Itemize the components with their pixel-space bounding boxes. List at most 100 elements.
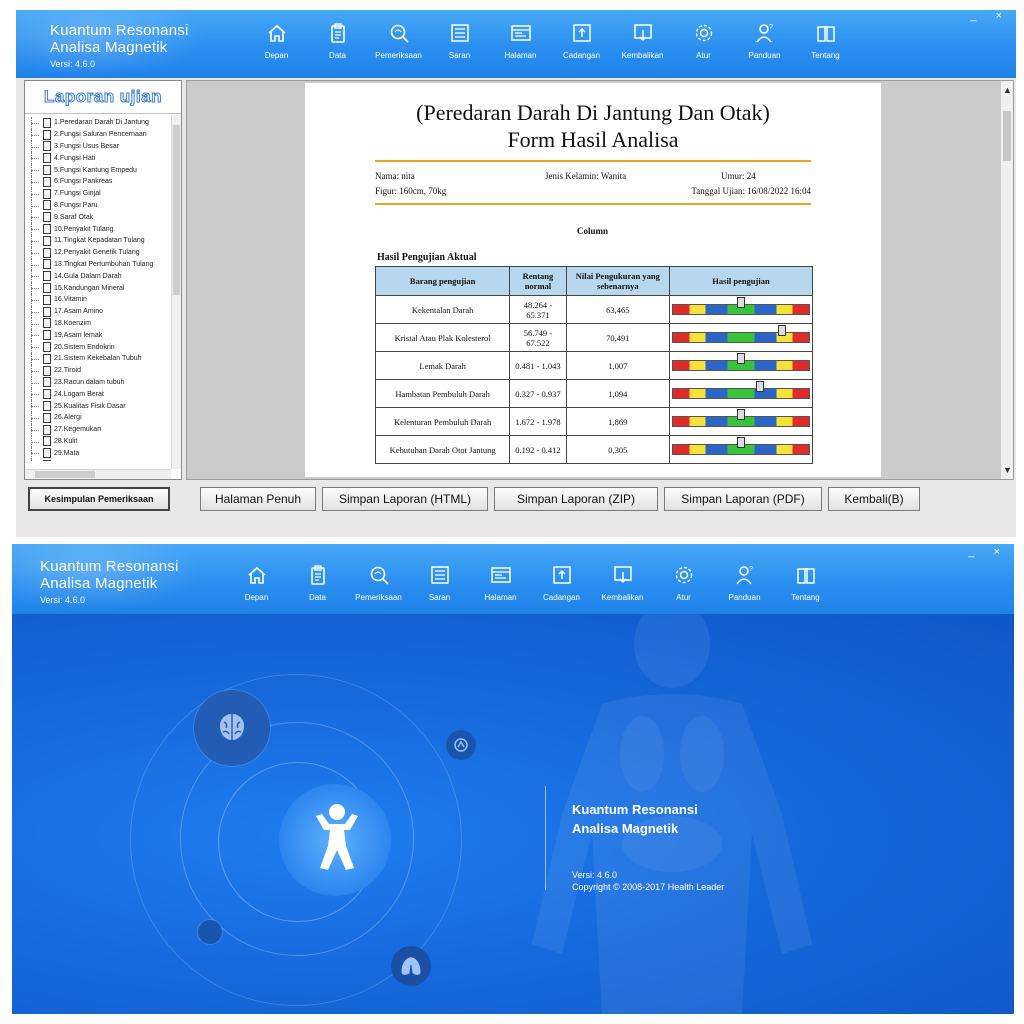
result-gauge	[672, 325, 810, 343]
report-tree-item[interactable]: 5.Fungsi Kantung Empedu	[29, 164, 169, 176]
cell-range: 56.749 - 67.522	[509, 323, 567, 352]
report-tree-item[interactable]: 10.Penyakit Tulang	[29, 223, 169, 235]
nav-label: Cadangan	[563, 51, 600, 60]
cell-item: Kebutuhan Darah Otot Jantung	[374, 435, 511, 464]
report-tree-item[interactable]: 28.Kulit	[29, 435, 169, 448]
main-nav-2: Depan Data Pemeriksaan Saran Halaman Cadangan…	[226, 564, 836, 620]
report-tree-item[interactable]: 27.Kegemukan	[29, 423, 169, 436]
nav-tentang[interactable]: Tentang	[795, 22, 856, 78]
nav-label: Tentang	[791, 593, 820, 602]
report-vscroll[interactable]: ▲ ▼	[1001, 81, 1013, 479]
report-tree-item-label: 19.Asam lemak	[54, 331, 103, 339]
nav-panduan[interactable]: ? Panduan	[734, 22, 795, 78]
result-marker	[756, 381, 765, 392]
report-tree-item[interactable]: 14.Gula Dalam Darah	[29, 270, 169, 282]
report-tree-item-label: 13.Tingkat Pertumbuhan Tulang	[54, 260, 154, 268]
nav-cadangan[interactable]: Cadangan	[551, 22, 612, 78]
save-pdf-button[interactable]: Simpan Laporan (PDF)	[664, 487, 822, 511]
report-tree-item-label: 26.Alergi	[54, 414, 82, 422]
nav-pemeriksaan-2[interactable]: Pemeriksaan	[348, 564, 409, 620]
report-tree-item[interactable]: 25.Kualitas Fisik Dasar	[29, 400, 169, 412]
nav-data-2[interactable]: Data	[287, 564, 348, 620]
table-row: Lemak Darah 0.481 - 1.043 1,007	[374, 351, 813, 380]
nav-data[interactable]: Data	[307, 22, 368, 78]
report-tree-item[interactable]: 22.Tiroid	[29, 364, 169, 377]
report-tree-item[interactable]: 21.Sistem Kekebalan Tubuh	[29, 352, 169, 365]
report-tree-item-label: 5.Fungsi Kantung Empedu	[54, 166, 137, 174]
nav-halaman[interactable]: Halaman	[490, 22, 551, 78]
result-marker	[737, 297, 745, 308]
restore-icon	[613, 566, 632, 584]
window-controls-2[interactable]: _ ×	[968, 546, 1008, 558]
cell-result	[669, 351, 813, 380]
report-tree-item[interactable]: 11.Tingkat Kepadatan Tulang	[29, 234, 169, 247]
document-icon	[43, 117, 51, 128]
report-tree-item[interactable]: 8.Fungsi Paru	[29, 199, 169, 212]
report-tree-item[interactable]: 12.Penyakit Genetik Tulang	[29, 246, 169, 259]
report-tree-item[interactable]: 17.Asam Amino	[29, 305, 169, 318]
report-tree-item[interactable]: 15.Kandungan Mineral	[29, 282, 169, 294]
report-tree-item[interactable]: 19.Asam lemak	[29, 329, 169, 341]
document-icon	[43, 448, 51, 459]
nav-saran-2[interactable]: Saran	[409, 564, 470, 620]
result-gauge	[672, 409, 810, 427]
report-tree-item[interactable]: 18.Koenzim	[29, 317, 169, 330]
report-list-title: Laporan ujian	[25, 81, 181, 114]
conclusion-button[interactable]: Kesimpulan Pemeriksaan	[28, 487, 170, 511]
scroll-up-icon[interactable]: ▲	[1003, 85, 1012, 95]
report-list-vscroll[interactable]	[171, 115, 181, 469]
full-page-button[interactable]: Halaman Penuh	[200, 487, 316, 511]
report-tree-item[interactable]: 23.Racun dalam tubuh	[29, 376, 169, 389]
report-tree-item[interactable]: 1.Peredaran Darah Di Jantung	[29, 117, 169, 129]
report-tree-item[interactable]: 13.Tingkat Pertumbuhan Tulang	[29, 258, 169, 271]
nav-kembalikan-2[interactable]: Kembalikan	[592, 564, 653, 620]
report-tree-item-label: 17.Asam Amino	[54, 308, 104, 316]
report-tree-item[interactable]: 2.Fungsi Saluran Pencernaan	[29, 128, 169, 141]
col-item: Barang pengujian	[374, 266, 511, 296]
search-icon	[390, 24, 409, 43]
report-tree-item[interactable]: 9.Saraf Otak	[29, 211, 169, 223]
report-tree-item-label: 9.Saraf Otak	[54, 213, 94, 221]
report-tree-item[interactable]: 6.Fungsi Pankreas	[29, 175, 169, 188]
splash-copyright: Copyright © 2008-2017 Health Leader	[572, 882, 725, 892]
scroll-down-icon[interactable]: ▼	[1003, 465, 1012, 475]
nav-atur-2[interactable]: Atur	[653, 564, 714, 620]
result-marker	[737, 409, 745, 420]
nav-cadangan-2[interactable]: Cadangan	[531, 564, 592, 620]
report-tree-item[interactable]: 24.Logam Berat	[29, 388, 169, 400]
cell-result	[669, 407, 813, 436]
report-tree-item[interactable]: 7.Fungsi Ginjal	[29, 187, 169, 200]
nav-label: Pemeriksaan	[375, 51, 422, 60]
save-html-button[interactable]: Simpan Laporan (HTML)	[322, 487, 488, 511]
nav-halaman-2[interactable]: Halaman	[470, 564, 531, 620]
report-tree-item-label: 11.Tingkat Kepadatan Tulang	[54, 237, 145, 245]
nav-tentang-2[interactable]: Tentang	[775, 564, 836, 620]
cell-range: 0.481 - 1.043	[509, 351, 567, 380]
report-tree-item[interactable]: 20.Sistem Endokrin	[29, 341, 169, 353]
nav-pemeriksaan[interactable]: Pemeriksaan	[368, 22, 429, 78]
back-button[interactable]: Kembali(B)	[828, 487, 920, 511]
brain-icon	[220, 714, 244, 740]
cell-value: 70,491	[565, 323, 671, 352]
report-tree-item[interactable]: 16.Vitamin	[29, 293, 169, 306]
report-page: (Peredaran Darah Di Jantung Dan Otak) Fo…	[305, 83, 881, 477]
nav-depan[interactable]: Depan	[246, 22, 307, 78]
report-tree-item-label: 4.Fungsi Hati	[54, 154, 96, 162]
report-tree-item[interactable]: 3.Fungsi Usus Besar	[29, 140, 169, 153]
report-tree-item[interactable]: 29.Mata	[29, 447, 169, 459]
report-list-hscroll[interactable]	[25, 469, 171, 479]
nav-panduan-2[interactable]: ? Panduan	[714, 564, 775, 620]
results-header-row: Barang pengujian Rentang normal Nilai Pe…	[374, 266, 813, 296]
nav-atur[interactable]: Atur	[673, 22, 734, 78]
nav-kembalikan[interactable]: Kembalikan	[612, 22, 673, 78]
report-tree-item[interactable]: 30.Kolagen	[29, 459, 169, 461]
book-icon	[796, 567, 815, 584]
report-tree-item[interactable]: 4.Fungsi Hati	[29, 152, 169, 164]
report-tree-item-label: 6.Fungsi Pankreas	[54, 178, 113, 186]
save-zip-button[interactable]: Simpan Laporan (ZIP)	[494, 487, 658, 511]
nav-depan-2[interactable]: Depan	[226, 564, 287, 620]
nav-saran[interactable]: Saran	[429, 22, 490, 78]
window-controls[interactable]: _ ×	[970, 10, 1010, 22]
report-tree-item[interactable]: 26.Alergi	[29, 411, 169, 424]
report-tree: 1.Peredaran Darah Di Jantung 2.Fungsi Sal…	[29, 117, 169, 461]
